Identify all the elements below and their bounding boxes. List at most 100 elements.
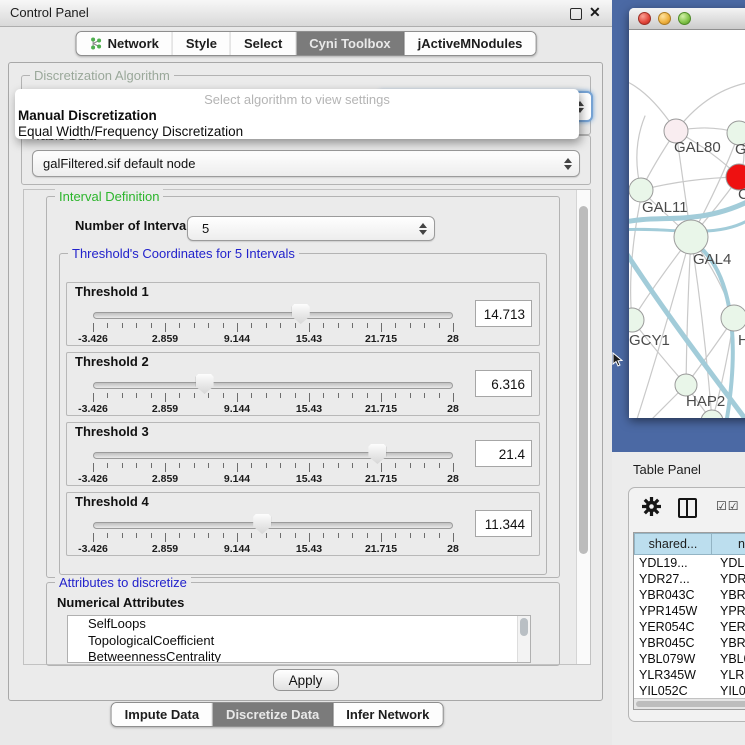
table-cell-name[interactable]: YBL0 (712, 651, 745, 667)
tab-infer-network[interactable]: Infer Network (333, 703, 442, 726)
attribute-list-item[interactable]: TopologicalCoefficient (68, 633, 530, 650)
tick-mark (251, 463, 252, 468)
scrollbar-thumb[interactable] (579, 206, 588, 554)
table-cell-shared-name[interactable]: YIL052C (634, 683, 712, 697)
table-cell-name[interactable]: YER0 (712, 619, 745, 635)
table-row[interactable]: YLR345WYLR3 (634, 667, 745, 683)
slider-ticks (93, 393, 454, 403)
table-row[interactable]: YDR27...YDR2 (634, 571, 745, 587)
threshold-value-field[interactable]: 11.344 (475, 510, 532, 537)
table-cell-shared-name[interactable]: YER054C (634, 619, 712, 635)
network-canvas[interactable]: GAL80GACGAL11GAL4GCY1HHAP2 (629, 30, 745, 418)
table-row[interactable]: YER054CYER0 (634, 619, 745, 635)
scale-label: 28 (447, 333, 459, 345)
threshold-box: Threshold 1-3.4262.8599.14415.4321.71528… (66, 282, 540, 346)
scrollbar-thumb[interactable] (636, 701, 745, 707)
table-cell-name[interactable]: YDR2 (712, 571, 745, 587)
tick-mark (251, 393, 252, 398)
table-cell-name[interactable]: YPR1 (712, 603, 745, 619)
column-header-shared-name[interactable]: shared... (634, 533, 712, 555)
settings-vertical-scrollbar[interactable] (576, 190, 590, 664)
close-icon[interactable]: ✕ (589, 4, 601, 21)
table-cell-name[interactable]: YBR0 (712, 587, 745, 603)
scale-label: 21.715 (365, 333, 397, 345)
minimize-traffic-light-icon[interactable] (658, 12, 671, 25)
threshold-slider[interactable]: -3.4262.8599.14415.4321.71528 (67, 423, 469, 485)
table-row[interactable]: YBR045CYBR0 (634, 635, 745, 651)
tab-select[interactable]: Select (231, 32, 296, 55)
scale-label: -3.426 (78, 473, 108, 485)
threshold-value-field[interactable]: 6.316 (475, 370, 532, 397)
threshold-slider[interactable]: -3.4262.8599.14415.4321.71528 (67, 493, 469, 555)
table-row[interactable]: YBL079WYBL0 (634, 651, 745, 667)
table-data-combobox[interactable]: galFiltered.sif default node (32, 150, 580, 177)
numerical-attributes-label: Numerical Attributes (57, 595, 184, 610)
slider-track[interactable] (93, 312, 453, 319)
table-cell-shared-name[interactable]: YLR345W (634, 667, 712, 683)
table-settings-gear-icon[interactable] (642, 497, 661, 521)
table-cell-name[interactable]: YBR0 (712, 635, 745, 651)
table-cell-shared-name[interactable]: YBL079W (634, 651, 712, 667)
tab-style[interactable]: Style (173, 32, 231, 55)
number-of-intervals-combobox[interactable]: 5 (187, 216, 435, 241)
show-columns-icon[interactable] (678, 498, 697, 518)
slider-thumb[interactable] (292, 304, 310, 324)
slider-track[interactable] (93, 522, 453, 529)
table-cell-shared-name[interactable]: YBR045C (634, 635, 712, 651)
tick-mark (223, 393, 224, 398)
tick-mark (266, 533, 267, 538)
table-cell-shared-name[interactable]: YBR043C (634, 587, 712, 603)
attributes-list-scrollbar[interactable] (517, 616, 530, 662)
apply-button[interactable]: Apply (273, 669, 339, 691)
slider-thumb[interactable] (196, 374, 214, 394)
table-cell-name[interactable]: YDL1 (712, 555, 745, 571)
table-cell-shared-name[interactable]: YDL19... (634, 555, 712, 571)
column-header-name[interactable]: na (712, 533, 745, 555)
tab-cyni-toolbox[interactable]: Cyni Toolbox (296, 32, 404, 55)
slider-track[interactable] (93, 452, 453, 459)
table-cell-name[interactable]: YIL0 (712, 683, 745, 697)
scale-label: 2.859 (152, 543, 178, 555)
threshold-slider[interactable]: -3.4262.8599.14415.4321.71528 (67, 283, 469, 345)
table-horizontal-scrollbar[interactable] (634, 698, 745, 709)
tab-discretize-data-label: Discretize Data (226, 707, 319, 722)
table-row[interactable]: YIL052CYIL0 (634, 683, 745, 697)
tab-jactivemnodules[interactable]: jActiveMNodules (405, 32, 536, 55)
tick-mark (165, 463, 166, 472)
attribute-list-item[interactable]: BetweennessCentrality (68, 649, 530, 663)
network-node-gcy1[interactable] (629, 308, 644, 332)
tab-style-label: Style (186, 36, 217, 51)
network-window-titlebar[interactable] (629, 8, 745, 30)
table-data-combobox-value: galFiltered.sif default node (43, 151, 195, 176)
tab-impute-data[interactable]: Impute Data (112, 703, 213, 726)
dropdown-item-manual-discretization[interactable]: Manual Discretization (15, 108, 579, 124)
threshold-value-field[interactable]: 21.4 (475, 440, 532, 467)
zoom-traffic-light-icon[interactable] (678, 12, 691, 25)
close-traffic-light-icon[interactable] (638, 12, 651, 25)
table-row[interactable]: YPR145WYPR1 (634, 603, 745, 619)
attribute-list-item[interactable]: SelfLoops (68, 616, 530, 633)
table-cell-shared-name[interactable]: YPR145W (634, 603, 712, 619)
tab-network[interactable]: Network (77, 32, 173, 55)
tick-mark (208, 463, 209, 468)
threshold-slider[interactable]: -3.4262.8599.14415.4321.71528 (67, 353, 469, 415)
slider-thumb[interactable] (368, 444, 386, 464)
scrollbar-thumb[interactable] (520, 618, 528, 636)
table-cell-shared-name[interactable]: YDR27... (634, 571, 712, 587)
dropdown-item-equal-width-frequency[interactable]: Equal Width/Frequency Discretization (15, 124, 579, 140)
slider-scale-labels: -3.4262.8599.14415.4321.71528 (67, 473, 469, 485)
network-node-gal4[interactable] (674, 220, 708, 254)
dropdown-placeholder-item[interactable]: Select algorithm to view settings (15, 92, 579, 108)
slider-track[interactable] (93, 382, 453, 389)
network-node-h[interactable] (721, 305, 745, 331)
select-all-columns-icon[interactable]: ☑☑ (716, 499, 740, 513)
table-row[interactable]: YDL19...YDL1 (634, 555, 745, 571)
table-row[interactable]: YBR043CYBR0 (634, 587, 745, 603)
threshold-value-field[interactable]: 14.713 (475, 300, 532, 327)
float-window-icon[interactable] (570, 8, 582, 20)
table-cell-name[interactable]: YLR3 (712, 667, 745, 683)
tick-mark (122, 463, 123, 468)
tick-mark (208, 323, 209, 328)
tab-discretize-data[interactable]: Discretize Data (213, 703, 333, 726)
slider-thumb[interactable] (253, 514, 271, 534)
